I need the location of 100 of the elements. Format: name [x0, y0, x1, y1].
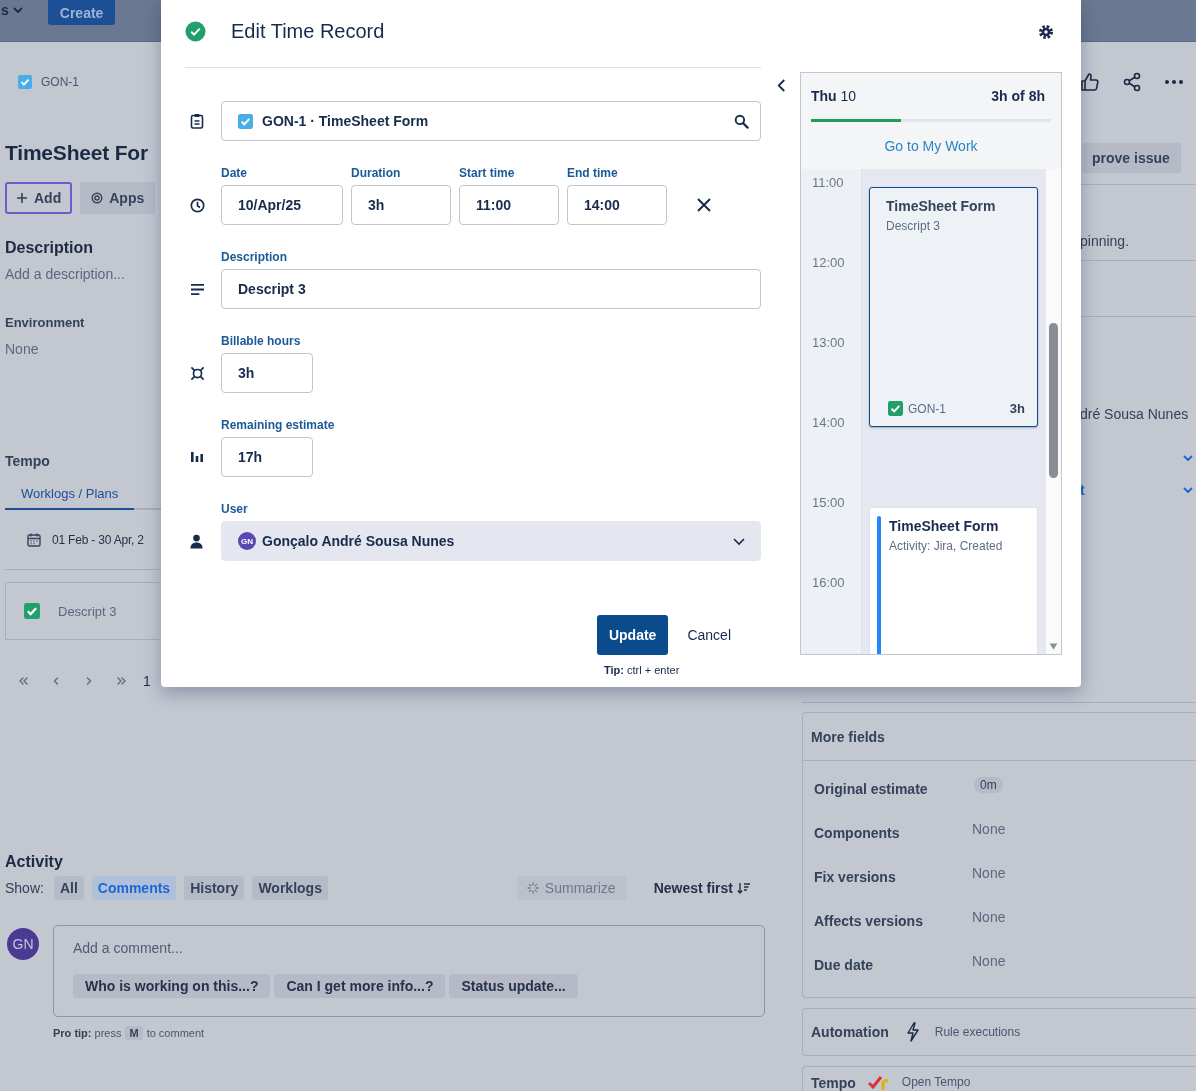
plus-icon	[16, 192, 28, 204]
sort-button[interactable]: Newest first	[647, 879, 757, 897]
description-prompt[interactable]: Add a description...	[5, 266, 125, 282]
user-select[interactable]: GN Gonçalo André Sousa Nunes	[221, 521, 761, 561]
hour-label: 13:00	[812, 335, 845, 350]
field-label: Affects versions	[814, 913, 924, 929]
add-button[interactable]: Add	[5, 182, 73, 214]
field-value[interactable]: None	[972, 953, 1006, 969]
field-label: Due date	[814, 957, 875, 973]
field-label: Fix versions	[814, 869, 897, 885]
section-heading: Activity	[5, 852, 63, 872]
tempo-logo-icon	[867, 1075, 890, 1091]
gear-icon[interactable]	[1038, 24, 1054, 40]
time-field[interactable]: 14:00	[567, 185, 667, 225]
chevron-left-icon[interactable]	[776, 78, 787, 93]
issue-key: GON-1	[908, 401, 946, 416]
open-tempo-link[interactable]: Open Tempo	[901, 1075, 971, 1089]
field-label: Remaining estimate	[221, 418, 336, 433]
create-button[interactable]: Create	[47, 0, 116, 25]
field-value[interactable]: None	[972, 865, 1006, 881]
task-checkbox-icon	[238, 113, 253, 129]
lightning-icon	[904, 1022, 919, 1042]
last-page-icon[interactable]	[116, 675, 128, 687]
hour-label: 14:00	[812, 415, 845, 430]
hour-label: 15:00	[812, 495, 845, 510]
bar-chart-icon	[190, 451, 204, 463]
apps-button[interactable]: Apps	[80, 182, 156, 214]
remaining-estimate-field[interactable]: 17h	[221, 437, 313, 477]
field-label: Components	[814, 825, 901, 841]
hour-label: 11:00	[812, 175, 844, 190]
field-value: None	[5, 341, 39, 357]
field-value[interactable]: None	[972, 909, 1006, 925]
cancel-button[interactable]: Cancel	[676, 615, 742, 655]
comment-field[interactable]: Add a comment... Who is working on this...? Can I get more info...? Status update...	[53, 925, 765, 1017]
tip-text: Tip: ctrl + enter	[604, 664, 681, 676]
suggestion-chip[interactable]: Who is working on this...?	[73, 974, 271, 998]
field-label: Description	[221, 250, 288, 265]
suggestion-chip[interactable]: Status update...	[449, 974, 578, 998]
thumbs-up-icon[interactable]	[1080, 72, 1100, 92]
date-range[interactable]: 01 Feb - 30 Apr, 2	[52, 533, 144, 547]
field-label: User	[221, 502, 249, 517]
filter-tab[interactable]: Worklogs	[252, 876, 328, 900]
check-square-icon	[24, 603, 40, 619]
expander-label[interactable]: t	[1080, 482, 1085, 498]
pro-tip-text: to comment	[146, 1027, 205, 1039]
calendar-event[interactable]: TimeSheet Form Activity: Jira, Created	[869, 507, 1038, 654]
person-icon	[190, 533, 203, 549]
dialog-title: Edit Time Record	[231, 20, 385, 43]
update-button[interactable]: Update	[596, 615, 669, 655]
panel-heading: Tempo	[811, 1075, 856, 1091]
logged-total: 3h of 8h	[991, 88, 1045, 104]
keyboard-key: M	[125, 1026, 143, 1040]
sort-icon	[737, 882, 751, 894]
lines-icon	[190, 282, 205, 296]
suggestion-chip[interactable]: Can I get more info...?	[274, 974, 446, 998]
share-icon[interactable]	[1122, 72, 1142, 92]
time-field[interactable]: 10/Apr/25	[221, 185, 343, 225]
ring-icon	[91, 192, 104, 204]
scroll-down-arrow-icon[interactable]	[1049, 643, 1058, 650]
calendar-event[interactable]: TimeSheet Form Descript 3 GON-1 3h	[869, 187, 1038, 427]
section-heading: Description	[5, 238, 93, 258]
hour-label: 16:00	[812, 575, 845, 590]
filter-tab[interactable]: All	[53, 876, 84, 900]
check-square-icon	[888, 401, 903, 416]
field-label: Billable hours	[221, 334, 302, 349]
calendar-icon[interactable]	[27, 533, 41, 547]
check-circle-icon	[185, 21, 206, 42]
field-label: End time	[567, 166, 619, 181]
worklog-row[interactable]: Descript 3	[5, 582, 159, 640]
tab[interactable]: Worklogs / Plans	[5, 479, 135, 510]
search-icon	[734, 113, 749, 129]
field-label: Duration	[351, 166, 402, 181]
first-page-icon[interactable]	[17, 675, 29, 687]
event-title: TimeSheet Form	[886, 198, 997, 214]
issue-title: TimeSheet For	[5, 140, 148, 166]
section-heading: Tempo	[5, 453, 50, 469]
clock-icon	[190, 197, 205, 213]
nav-menu-item[interactable]: s	[0, 2, 24, 18]
close-icon[interactable]	[697, 198, 711, 212]
hour-label: 12:00	[812, 255, 845, 270]
time-badge[interactable]: 0m	[974, 777, 1003, 793]
panel-heading[interactable]: More fields	[803, 713, 1196, 761]
rule-executions-link[interactable]: Rule executions	[934, 1025, 1021, 1039]
billable-hours-field[interactable]: 3h	[221, 353, 313, 393]
issue-field[interactable]: GON-1 · TimeSheet Form	[221, 101, 761, 141]
time-field[interactable]: 3h	[351, 185, 451, 225]
page-number: 1	[143, 673, 151, 689]
filter-tab[interactable]: Comments	[91, 876, 177, 900]
field-value[interactable]: None	[972, 821, 1006, 837]
filter-tab[interactable]: History	[184, 876, 245, 900]
field-label: Start time	[459, 166, 516, 181]
event-subtitle: Descript 3	[886, 219, 942, 233]
my-work-link[interactable]: Go to My Work	[884, 137, 978, 154]
show-label: Show:	[5, 880, 44, 896]
approve-button[interactable]: prove issue	[1082, 143, 1181, 173]
description-field[interactable]: Descript 3	[221, 269, 761, 309]
time-field[interactable]: 11:00	[459, 185, 559, 225]
scrollbar-thumb[interactable]	[1049, 323, 1058, 478]
breadcrumb-link[interactable]: GON-1	[41, 75, 79, 89]
field-label: Original estimate	[814, 781, 929, 797]
